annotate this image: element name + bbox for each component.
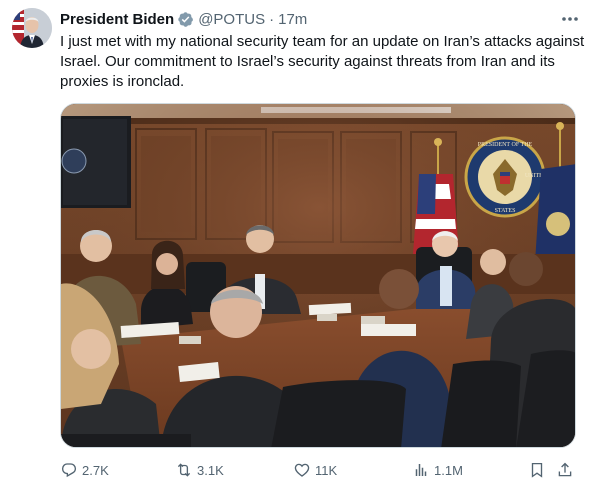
- like-count: 11K: [315, 462, 338, 478]
- analytics-icon: [415, 464, 427, 476]
- tweet-header: President Biden @POTUS · 17m: [60, 9, 307, 29]
- reply-icon: [61, 463, 77, 478]
- more-options-icon[interactable]: [560, 10, 580, 28]
- author-name[interactable]: President Biden: [60, 11, 174, 28]
- author-avatar[interactable]: [12, 8, 52, 48]
- heart-icon: [294, 463, 310, 477]
- svg-text:PRESIDENT OF THE: PRESIDENT OF THE: [478, 142, 533, 148]
- tweet-photo[interactable]: PRESIDENT OF THE UNITED STATES: [60, 103, 576, 448]
- separator-dot: ·: [269, 10, 275, 28]
- tweet-action-bar: 2.7K 3.1K 11K 1.1M: [60, 459, 588, 481]
- repost-button[interactable]: 3.1K: [175, 459, 224, 481]
- verified-badge-icon[interactable]: [177, 11, 194, 28]
- bookmark-icon: [531, 462, 543, 478]
- repost-icon: [177, 463, 191, 477]
- tweet-card[interactable]: President Biden @POTUS · 17m I just met …: [0, 0, 598, 481]
- author-handle[interactable]: @POTUS: [198, 11, 265, 28]
- repost-count: 3.1K: [197, 462, 224, 478]
- svg-text:STATES: STATES: [495, 208, 516, 214]
- like-button[interactable]: 11K: [293, 459, 337, 481]
- views-count: 1.1M: [434, 462, 463, 478]
- share-button[interactable]: [556, 459, 578, 481]
- reply-count: 2.7K: [82, 462, 109, 478]
- reply-button[interactable]: 2.7K: [60, 459, 109, 481]
- situation-room-photo: PRESIDENT OF THE UNITED STATES: [61, 104, 575, 447]
- bookmark-button[interactable]: [528, 459, 550, 481]
- share-icon: [558, 462, 572, 477]
- tweet-timestamp[interactable]: 17m: [278, 11, 307, 28]
- views-button[interactable]: 1.1M: [412, 459, 463, 481]
- tweet-text: I just met with my national security tea…: [60, 33, 585, 90]
